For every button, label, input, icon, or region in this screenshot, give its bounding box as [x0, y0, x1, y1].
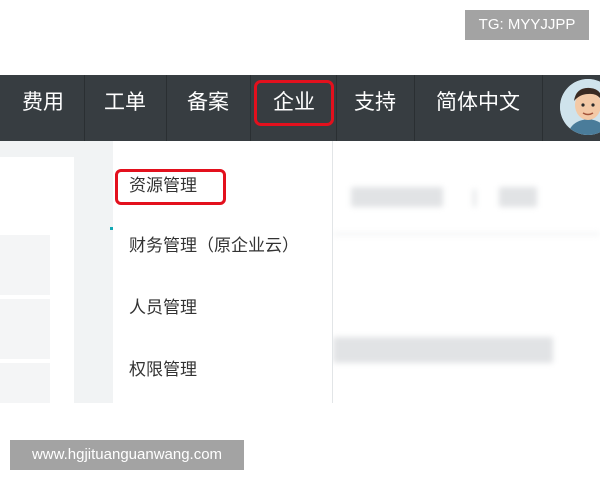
avatar-face-icon — [560, 79, 600, 135]
nav-item-tickets[interactable]: 工单 — [90, 75, 160, 129]
menu-item-permission-management[interactable]: 权限管理 — [129, 355, 197, 385]
left-panel-row — [0, 299, 50, 359]
nav-divider — [250, 75, 251, 141]
right-panel — [333, 141, 600, 403]
nav-divider — [84, 75, 85, 141]
menu-item-people-management[interactable]: 人员管理 — [129, 293, 197, 323]
nav-divider — [166, 75, 167, 141]
nav-item-language[interactable]: 简体中文 — [420, 75, 536, 129]
watermark-bottom: www.hgjituanguanwang.com — [10, 440, 244, 470]
nav-divider — [542, 75, 543, 141]
nav-item-filing[interactable]: 备案 — [172, 75, 244, 129]
console-screen: 费用 工单 备案 企业 支持 简体中文 资源管理 财务管理（原企业云） 人员管理… — [0, 75, 600, 403]
user-avatar-icon[interactable] — [560, 79, 600, 135]
blurred-text — [351, 187, 443, 207]
enterprise-highlight-box — [254, 80, 334, 126]
left-panel-row — [0, 235, 50, 295]
blurred-divider — [473, 189, 476, 207]
menu-item-finance-management[interactable]: 财务管理（原企业云） — [129, 231, 299, 261]
row-divider — [333, 233, 600, 235]
nav-item-support[interactable]: 支持 — [340, 75, 410, 129]
enterprise-dropdown-menu: 资源管理 财务管理（原企业云） 人员管理 权限管理 — [113, 141, 333, 403]
top-navbar: 费用 工单 备案 企业 支持 简体中文 — [0, 75, 600, 141]
blurred-text — [499, 187, 537, 207]
menu-item-resource-management[interactable]: 资源管理 — [129, 171, 197, 201]
left-panel-row — [0, 363, 50, 403]
nav-item-fees[interactable]: 费用 — [8, 75, 78, 129]
left-panel — [0, 157, 74, 403]
nav-divider — [336, 75, 337, 141]
blurred-text — [333, 337, 553, 363]
watermark-top: TG: MYYJJPP — [465, 10, 589, 40]
nav-divider — [414, 75, 415, 141]
